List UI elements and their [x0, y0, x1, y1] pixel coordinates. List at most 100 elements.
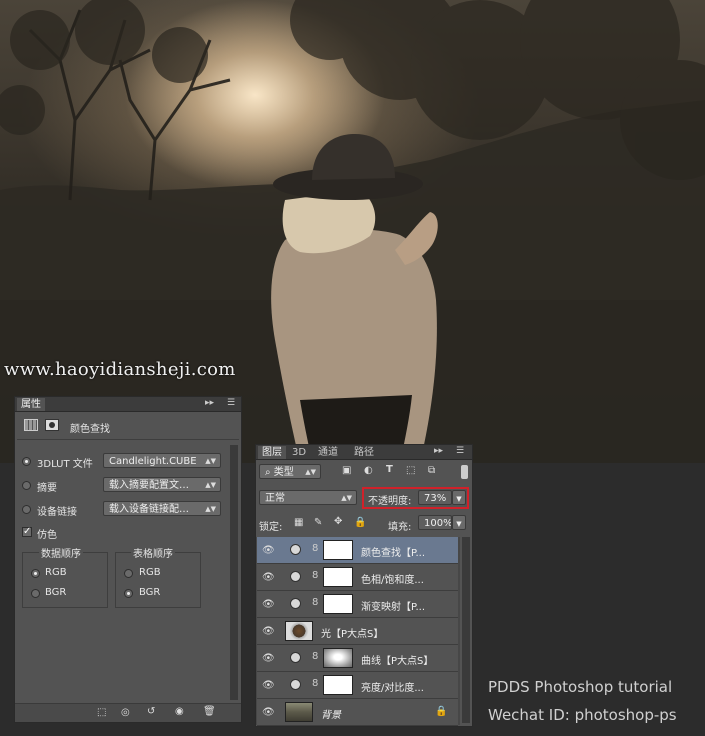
trash-icon[interactable]: 🗑 — [203, 706, 216, 717]
tab-3d[interactable]: 3D — [288, 446, 310, 459]
layer-row[interactable]: 👁 8 色相/饱和度... — [257, 564, 458, 591]
filter-shape-icon[interactable]: ⬚ — [406, 465, 415, 476]
label-abstract: 摘要 — [37, 483, 57, 494]
eye-icon[interactable]: 👁 — [262, 572, 275, 583]
filter-type-icon[interactable]: T — [386, 464, 393, 475]
eye-icon[interactable]: 👁 — [262, 680, 275, 691]
layer-row[interactable]: 👁 背景 🔒 — [257, 699, 458, 726]
adjustment-layer-icon — [290, 679, 301, 690]
view-previous-state-icon[interactable]: ◎ — [121, 707, 130, 718]
layer-row[interactable]: 👁 光【P大点S】 — [257, 618, 458, 645]
label-table-order-bgr: BGR — [139, 587, 161, 598]
lock-transparent-icon[interactable]: ▦ — [294, 517, 303, 528]
layer-name[interactable]: 光【P大点S】 — [321, 625, 383, 640]
visibility-eye-icon[interactable]: ◉ — [175, 706, 184, 717]
data-order-group — [22, 552, 108, 608]
layers-scrollbar[interactable] — [462, 537, 470, 723]
select-3dlut-file[interactable]: Candlelight.CUBE ▲▼ — [103, 453, 221, 468]
filter-toggle-icon[interactable] — [461, 465, 468, 479]
eye-icon[interactable]: 👁 — [262, 653, 275, 664]
link-icon: 8 — [312, 543, 319, 554]
select-device-link-value: 载入设备链接配… — [109, 504, 189, 515]
layer-row[interactable]: 👁 8 颜色查找【P... — [257, 537, 458, 564]
lock-label: 锁定: — [259, 522, 283, 533]
eye-icon[interactable]: 👁 — [262, 545, 275, 556]
opacity-input[interactable]: 73% — [418, 490, 452, 505]
chevron-down-icon: ▲▼ — [305, 468, 316, 476]
adjustment-layer-icon — [290, 571, 301, 582]
lock-position-icon[interactable]: ✥ — [334, 516, 342, 527]
layer-mask-thumbnail[interactable] — [323, 540, 353, 560]
filter-smart-object-icon[interactable]: ⧉ — [428, 465, 435, 476]
select-abstract-value: 载入摘要配置文… — [109, 480, 189, 491]
radio-3dlut[interactable] — [22, 457, 31, 466]
radio-table-order-bgr[interactable] — [124, 589, 133, 598]
layer-mask-thumbnail[interactable] — [323, 675, 353, 695]
table-order-title: 表格顺序 — [131, 545, 175, 560]
radio-data-order-bgr[interactable] — [31, 589, 40, 598]
background-thumbnail[interactable] — [285, 702, 313, 722]
reset-icon[interactable]: ↺ — [147, 706, 155, 717]
label-dither: 仿色 — [37, 530, 57, 541]
layer-row[interactable]: 👁 8 渐变映射【P... — [257, 591, 458, 618]
eye-icon[interactable]: 👁 — [262, 599, 275, 610]
layer-row[interactable]: 👁 8 亮度/对比度... — [257, 672, 458, 699]
properties-panel: 属性 ▸▸ ☰ 颜色查找 3DLUT 文件 Candlelight.CUBE ▲▼… — [14, 396, 242, 723]
layer-name[interactable]: 渐变映射【P... — [361, 598, 425, 613]
layer-mask-thumbnail[interactable] — [323, 567, 353, 587]
layer-name[interactable]: 背景 — [321, 706, 341, 721]
credit-line-1: PDDS Photoshop tutorial — [488, 678, 673, 696]
fill-slider-toggle[interactable]: ▼ — [452, 515, 466, 530]
tab-paths[interactable]: 路径 — [350, 446, 378, 459]
radio-data-order-rgb[interactable] — [31, 569, 40, 578]
blend-mode-value: 正常 — [265, 493, 285, 504]
label-device-link: 设备链接 — [37, 507, 77, 518]
canvas-photo — [0, 0, 705, 463]
panel-menu-icon[interactable]: ☰ — [456, 446, 464, 456]
adjustment-layer-icon — [290, 544, 301, 555]
chevron-down-icon: ▼ — [456, 520, 462, 528]
lock-image-icon[interactable]: ✎ — [314, 517, 322, 528]
mask-icon[interactable] — [45, 419, 59, 431]
radio-abstract[interactable] — [22, 481, 31, 490]
select-3dlut-value: Candlelight.CUBE — [109, 456, 197, 467]
chevron-down-icon: ▲▼ — [205, 481, 216, 489]
layer-list: 👁 8 颜色查找【P... 👁 8 色相/饱和度... 👁 8 渐变映射【P..… — [256, 537, 460, 726]
layer-name[interactable]: 曲线【P大点S】 — [361, 652, 433, 667]
layer-mask-thumbnail[interactable] — [323, 648, 353, 668]
layer-name[interactable]: 颜色查找【P... — [361, 544, 425, 559]
properties-title: 颜色查找 — [70, 424, 110, 435]
properties-scrollbar[interactable] — [230, 445, 238, 700]
clip-to-layer-icon[interactable]: ⬚ — [97, 707, 106, 718]
radio-device-link[interactable] — [22, 505, 31, 514]
filter-adjustment-icon[interactable]: ◐ — [364, 465, 373, 476]
layer-name[interactable]: 亮度/对比度... — [361, 679, 424, 694]
blend-mode-select[interactable]: 正常 ▲▼ — [259, 490, 357, 505]
layer-mask-thumbnail[interactable] — [323, 594, 353, 614]
fill-label: 填充: — [388, 522, 412, 533]
collapse-panel-icon[interactable]: ▸▸ — [205, 398, 214, 408]
layer-name[interactable]: 色相/饱和度... — [361, 571, 424, 586]
layer-filter-select[interactable]: ⌕ 类型 ▲▼ — [259, 464, 321, 479]
photo-illustration — [0, 0, 705, 463]
radio-table-order-rgb[interactable] — [124, 569, 133, 578]
layer-thumbnail[interactable] — [285, 621, 313, 641]
eye-icon[interactable]: 👁 — [262, 626, 275, 637]
tab-layers[interactable]: 图层 — [258, 446, 286, 459]
eye-icon[interactable]: 👁 — [262, 707, 275, 718]
adjustment-layer-icon — [290, 652, 301, 663]
select-abstract-profile[interactable]: 载入摘要配置文… ▲▼ — [103, 477, 221, 492]
select-device-link-profile[interactable]: 载入设备链接配… ▲▼ — [103, 501, 221, 516]
panel-menu-icon[interactable]: ☰ — [227, 398, 235, 408]
filter-pixel-icon[interactable]: ▣ — [342, 465, 351, 476]
fill-input[interactable]: 100% — [418, 515, 452, 530]
tab-channels[interactable]: 通道 — [314, 446, 342, 459]
opacity-slider-toggle[interactable]: ▼ — [452, 490, 466, 505]
dither-checkbox[interactable]: ✓ — [22, 527, 32, 537]
lock-all-icon[interactable]: 🔒 — [354, 517, 366, 528]
collapse-panel-icon[interactable]: ▸▸ — [434, 446, 443, 456]
chevron-down-icon: ▲▼ — [205, 457, 216, 465]
layer-row[interactable]: 👁 8 曲线【P大点S】 — [257, 645, 458, 672]
tab-properties[interactable]: 属性 — [17, 398, 45, 411]
header-divider — [17, 439, 239, 440]
